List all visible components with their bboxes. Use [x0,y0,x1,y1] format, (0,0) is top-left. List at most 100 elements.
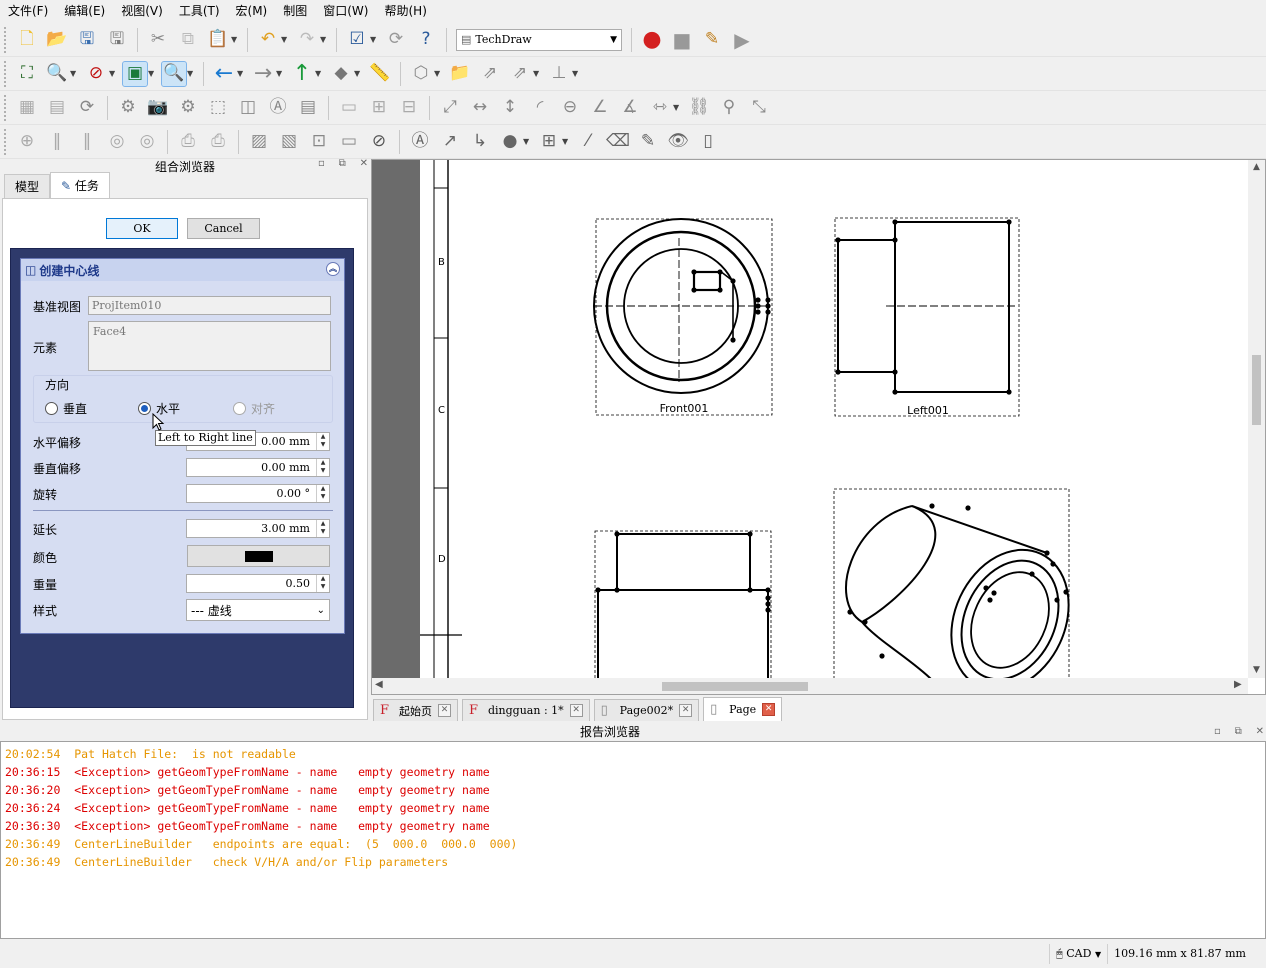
redo-dropdown-icon[interactable]: ▼ [320,35,328,44]
workbench-selector[interactable]: ▤ TechDraw ▼ [456,28,622,51]
horizontal-dimension-icon[interactable]: ↔ [468,96,492,120]
new-page-icon[interactable]: ▦ [15,96,39,120]
axis-dropdown-icon[interactable]: ▼ [572,69,580,78]
menu-macro[interactable]: 宏(M) [228,0,276,22]
thread-hole-icon[interactable]: ‖ [45,130,69,154]
clip-remove-icon[interactable]: ⊟ [397,96,421,120]
stop-macro-icon[interactable]: ■ [670,28,694,52]
draw-style-icon[interactable]: ⊘ [84,62,108,86]
show-all-icon[interactable]: 👁 [666,130,690,154]
thread-bolt-icon[interactable]: ‖ [75,130,99,154]
bbox-dropdown-icon[interactable]: ▼ [148,69,156,78]
angle-3pt-dimension-icon[interactable]: ∡ [618,96,642,120]
spin-arrows-icon[interactable]: ▲ ▼ [316,433,329,450]
panel-float-icon[interactable]: ▫ [318,158,325,174]
doc-tab-start[interactable]: F 起始页 ✕ [373,699,458,721]
toolbar-grip[interactable] [4,128,8,155]
horizontal-scroll-thumb[interactable] [662,682,808,691]
recompute-check-icon[interactable]: ☑ [345,28,369,52]
new-page-template-icon[interactable]: ▤ [45,96,69,120]
axis-icon[interactable]: ⊥ [547,62,571,86]
angle-dimension-icon[interactable]: ∠ [588,96,612,120]
refresh-icon[interactable]: ⟳ [384,28,408,52]
menu-file[interactable]: 文件(F) [0,0,56,22]
circle-center-icon[interactable]: ◎ [105,130,129,154]
leader-line-icon[interactable]: ↗ [438,130,462,154]
undo-dropdown-icon[interactable]: ▼ [281,35,289,44]
eraser-icon[interactable]: ⌫ [606,130,630,154]
copy-icon[interactable]: ⧉ [176,28,200,52]
zoom-select-dropdown-icon[interactable]: ▼ [187,69,195,78]
center-mark-icon[interactable]: ⊕ [15,130,39,154]
std-view-dropdown-icon[interactable]: ▼ [354,69,362,78]
recompute-dropdown-icon[interactable]: ▼ [370,35,378,44]
spin-arrows-icon[interactable]: ▲ ▼ [316,485,329,502]
link-dropdown-icon[interactable]: ▼ [533,69,541,78]
measure-icon[interactable]: 📏 [368,62,392,86]
menu-techdraw[interactable]: 制图 [275,0,315,22]
extend-spinbox[interactable]: 3.00 mm ▲ ▼ [186,519,330,538]
style-select[interactable]: --- 虚线 ⌄ [186,599,330,621]
spin-arrows-icon[interactable]: ▲ ▼ [316,575,329,592]
close-icon[interactable]: ✕ [569,704,583,717]
doc-tab-dingguan[interactable]: F dingguan : 1* ✕ [462,699,590,721]
extent-dropdown-icon[interactable]: ▼ [673,103,681,112]
menu-view[interactable]: 视图(V) [113,0,171,22]
part-dropdown-icon[interactable]: ▼ [434,69,442,78]
doc-tab-page[interactable]: ▯ Page ✕ [703,697,783,721]
link-dimension-icon[interactable]: ⛓ [687,96,711,120]
collapse-icon[interactable]: ︽ [326,262,340,276]
cosmetic-vertex-icon[interactable]: ● [498,130,522,154]
draw-style-dropdown-icon[interactable]: ▼ [109,69,117,78]
panel-restore-icon[interactable]: ⧉ [1235,726,1242,740]
vertical-dimension-icon[interactable]: ↕ [498,96,522,120]
back-icon[interactable]: ← [212,62,236,86]
scroll-down-icon[interactable]: ▼ [1248,665,1265,675]
scroll-right-icon[interactable]: ▶ [1234,679,1242,690]
redo-icon[interactable]: ↷ [295,28,319,52]
panel-close-icon[interactable]: ✕ [1256,726,1264,740]
whats-this-icon[interactable]: ? [414,28,438,52]
hatch-icon[interactable]: ▨ [247,130,271,154]
geom-hatch-icon[interactable]: ▧ [277,130,301,154]
link-icon[interactable]: ⇗ [478,62,502,86]
top-view[interactable] [594,530,772,694]
redraw-icon[interactable]: ⟳ [75,96,99,120]
spin-arrows-icon[interactable]: ▲ ▼ [316,459,329,476]
zoom-select-icon[interactable]: 🔍 [161,60,187,87]
scroll-left-icon[interactable]: ◀ [375,679,383,690]
doc-tab-page002[interactable]: ▯ Page002* ✕ [593,699,700,721]
menu-help[interactable]: 帮助(H) [376,0,434,22]
image-icon[interactable]: ▭ [337,130,361,154]
toolbar-grip[interactable] [4,94,8,121]
report-view[interactable]: 20:02:54 Pat Hatch File: is not readable… [0,741,1266,939]
paste-dropdown-icon[interactable]: ▼ [231,35,239,44]
tab-model[interactable]: 模型 [4,174,51,198]
panel-float-icon[interactable]: ▫ [1214,726,1221,740]
close-icon[interactable]: ✕ [438,704,451,717]
left-view[interactable]: Left001 [834,217,1020,417]
decorate-line-icon[interactable]: ✎ [636,130,660,154]
up-icon[interactable]: ↑ [290,62,314,86]
vertex-dropdown-icon[interactable]: ▼ [523,137,531,146]
text-annotation-icon[interactable]: Ⓐ [408,130,432,154]
up-dropdown-icon[interactable]: ▼ [315,69,323,78]
nav-style-selector[interactable]: 🖱 CAD ▼ [1049,944,1107,964]
front-view[interactable]: Front001 [593,218,773,416]
extent-dimension-icon[interactable]: ⇿ [648,96,672,120]
insert-view-icon[interactable]: ⚙ [116,96,140,120]
toolbar-grip[interactable] [4,26,8,53]
detail-view-icon[interactable]: ◫ [236,96,260,120]
new-file-icon[interactable]: 🗋 [15,28,39,52]
menu-window[interactable]: 窗口(W) [315,0,376,22]
fit-all-icon[interactable]: ⛶ [15,62,39,86]
elements-list[interactable]: Face4 [88,321,331,371]
symbol-icon[interactable]: ⊡ [307,130,331,154]
projection-group-icon[interactable]: ⬚ [206,96,230,120]
balloon-icon[interactable]: ⚲ [717,96,741,120]
color-button[interactable] [187,545,330,567]
toolbar-grip[interactable] [4,60,8,87]
cut-icon[interactable]: ✂ [146,28,170,52]
circle-fill-icon[interactable]: ◎ [135,130,159,154]
paste-icon[interactable]: 📋 [206,28,230,52]
